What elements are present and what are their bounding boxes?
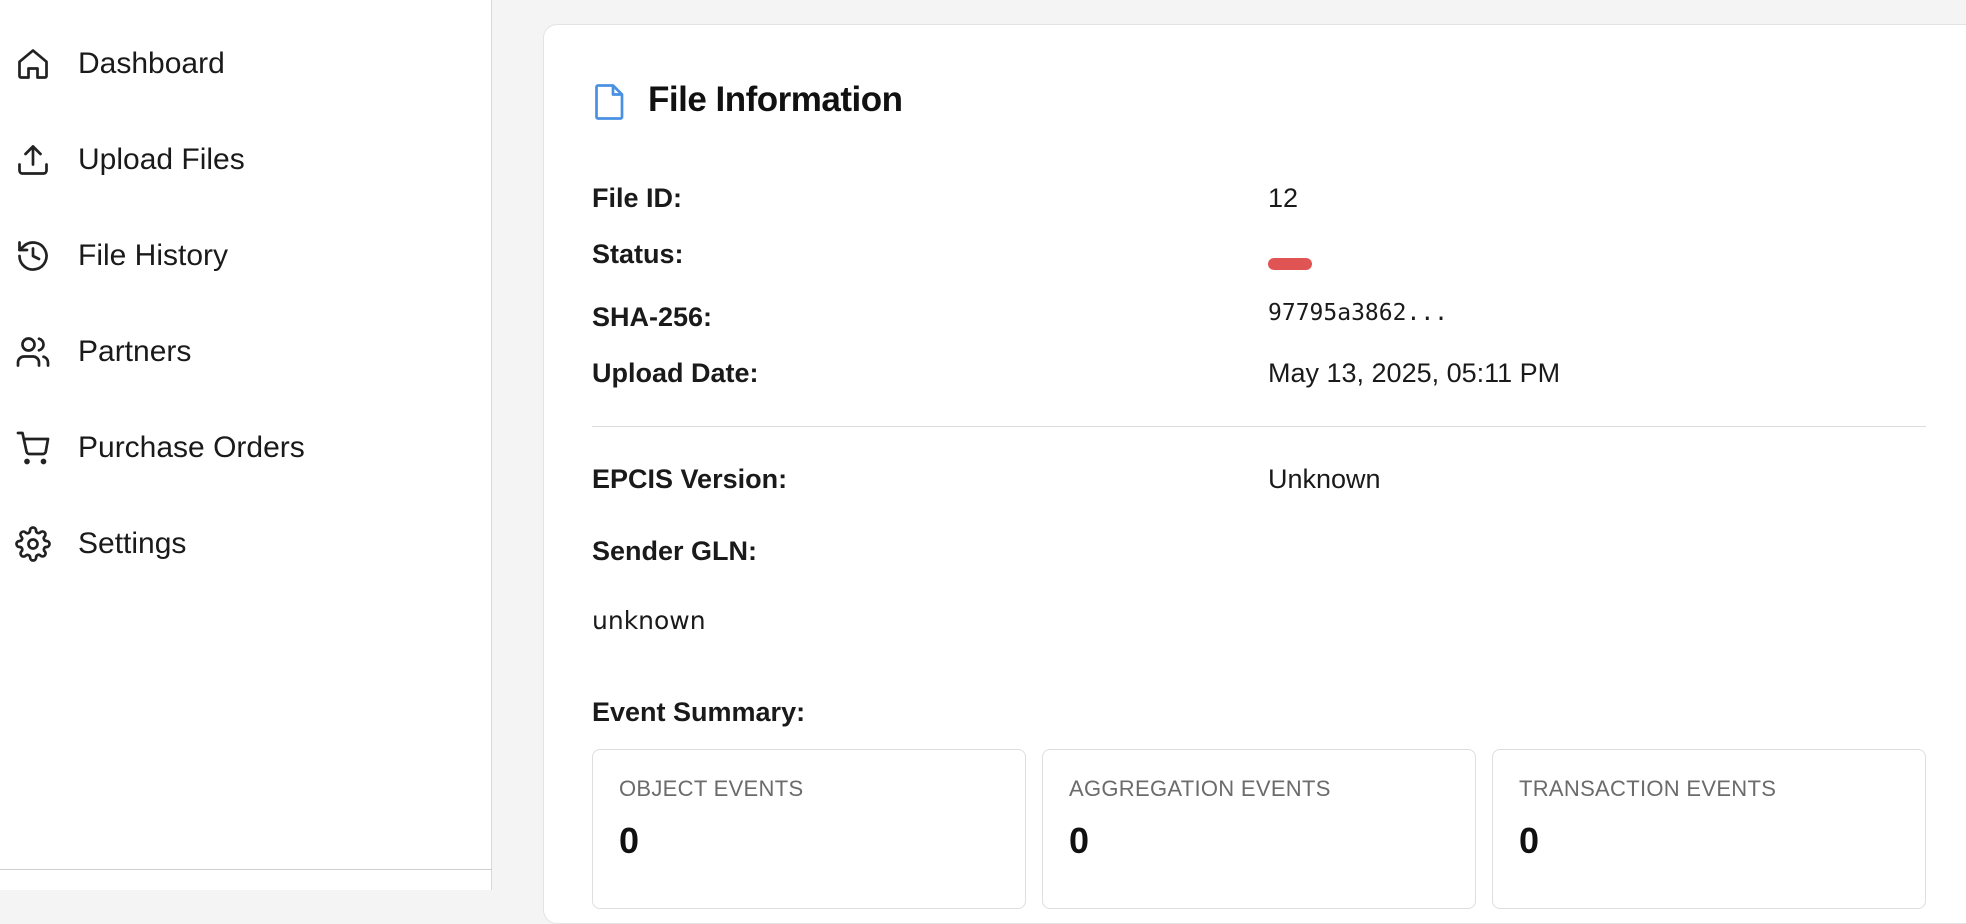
sidebar-divider — [0, 869, 492, 870]
event-card-count: 0 — [1069, 820, 1090, 861]
sender-gln-label: Sender GLN: — [592, 536, 758, 566]
sender-gln-value: unknown — [592, 606, 706, 635]
aggregation-events-card: AGGREGATION EVENTS 0 — [1042, 749, 1476, 909]
sidebar: Dashboard Upload Files File History Part… — [0, 0, 492, 890]
event-summary-label: Event Summary: — [592, 697, 806, 727]
file-id-label: File ID: — [592, 183, 683, 213]
sha-value: 97795a3862... — [1268, 300, 1449, 326]
card-title: File Information — [648, 80, 903, 119]
epcis-version-value: Unknown — [1268, 464, 1381, 494]
sidebar-item-label: Purchase Orders — [78, 431, 305, 464]
upload-date-label: Upload Date: — [592, 358, 759, 388]
sidebar-item-label: Partners — [78, 335, 192, 368]
file-icon — [592, 82, 628, 122]
users-icon — [14, 333, 52, 371]
sidebar-item-upload-files[interactable]: Upload Files — [0, 130, 480, 190]
history-icon — [14, 237, 52, 275]
event-card-label: TRANSACTION EVENTS — [1519, 776, 1777, 801]
status-label: Status: — [592, 239, 684, 269]
transaction-events-card: TRANSACTION EVENTS 0 — [1492, 749, 1926, 909]
upload-date-value: May 13, 2025, 05:11 PM — [1268, 358, 1561, 388]
sidebar-item-label: Upload Files — [78, 143, 245, 176]
sidebar-item-label: Settings — [78, 527, 187, 560]
event-card-label: AGGREGATION EVENTS — [1069, 776, 1331, 801]
sidebar-item-partners[interactable]: Partners — [0, 322, 480, 382]
event-card-label: OBJECT EVENTS — [619, 776, 804, 801]
divider — [592, 426, 1926, 427]
status-badge — [1268, 258, 1312, 270]
sidebar-item-dashboard[interactable]: Dashboard — [0, 34, 480, 94]
sidebar-item-purchase-orders[interactable]: Purchase Orders — [0, 418, 480, 478]
sidebar-item-settings[interactable]: Settings — [0, 514, 480, 574]
gear-icon — [14, 525, 52, 563]
event-card-count: 0 — [1519, 820, 1540, 861]
home-icon — [14, 45, 52, 83]
file-id-value: 12 — [1268, 183, 1299, 213]
object-events-card: OBJECT EVENTS 0 — [592, 749, 1026, 909]
sidebar-item-label: File History — [78, 239, 229, 272]
upload-icon — [14, 141, 52, 179]
sidebar-item-label: Dashboard — [78, 47, 225, 80]
epcis-version-label: EPCIS Version: — [592, 464, 788, 494]
sidebar-item-file-history[interactable]: File History — [0, 226, 480, 286]
cart-icon — [14, 429, 52, 467]
sha-label: SHA-256: — [592, 302, 713, 332]
event-card-count: 0 — [619, 820, 640, 861]
